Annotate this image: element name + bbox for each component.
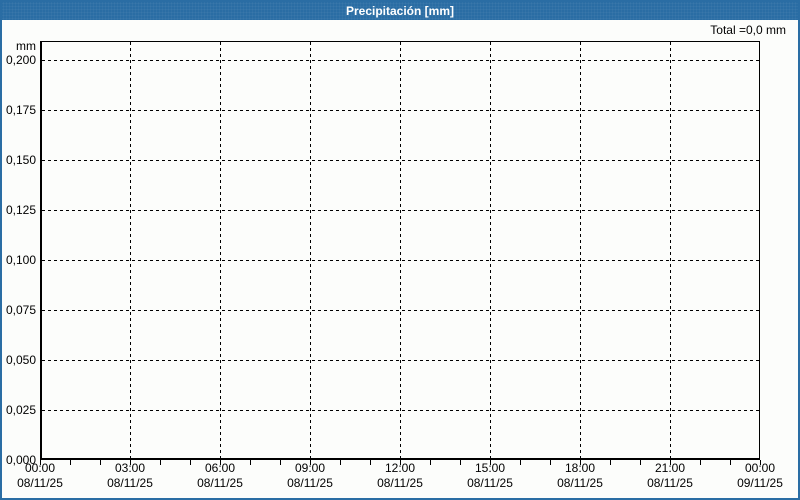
x-tick-time: 06:00	[204, 461, 236, 475]
x-tick-label: 21:00 08/11/25	[630, 461, 710, 491]
chart-window: Precipitación [mm] Total =0,0 mm mm 0,20…	[0, 0, 800, 500]
x-tick-time: 00:00	[24, 461, 56, 475]
x-axis-labels: 00:00 08/11/25 03:00 08/11/25 06:00 08/11/25 0…	[2, 2, 798, 498]
x-tick-date: 08/11/25	[197, 476, 243, 490]
x-tick-time: 09:00	[294, 461, 326, 475]
x-tick-date: 08/11/25	[647, 476, 693, 490]
x-tick-time: 15:00	[474, 461, 506, 475]
x-tick-time: 18:00	[564, 461, 596, 475]
x-tick-time: 00:00	[744, 461, 776, 475]
x-tick-label: 15:00 08/11/25	[450, 461, 530, 491]
x-tick-label: 00:00 08/11/25	[2, 461, 80, 491]
x-tick-time: 21:00	[654, 461, 686, 475]
x-tick-date: 08/11/25	[467, 476, 513, 490]
x-tick-time: 03:00	[114, 461, 146, 475]
x-tick-label: 06:00 08/11/25	[180, 461, 260, 491]
x-tick-label: 18:00 08/11/25	[540, 461, 620, 491]
x-tick-date: 09/11/25	[737, 476, 783, 490]
x-tick-date: 08/11/25	[107, 476, 153, 490]
x-tick-label: 12:00 08/11/25	[360, 461, 440, 491]
x-tick-date: 08/11/25	[557, 476, 603, 490]
x-tick-time: 12:00	[384, 461, 416, 475]
x-tick-label: 03:00 08/11/25	[90, 461, 170, 491]
x-tick-date: 08/11/25	[287, 476, 333, 490]
x-tick-label: 00:00 09/11/25	[720, 461, 798, 491]
x-tick-date: 08/11/25	[377, 476, 423, 490]
x-tick-label: 09:00 08/11/25	[270, 461, 350, 491]
x-tick-date: 08/11/25	[17, 476, 63, 490]
